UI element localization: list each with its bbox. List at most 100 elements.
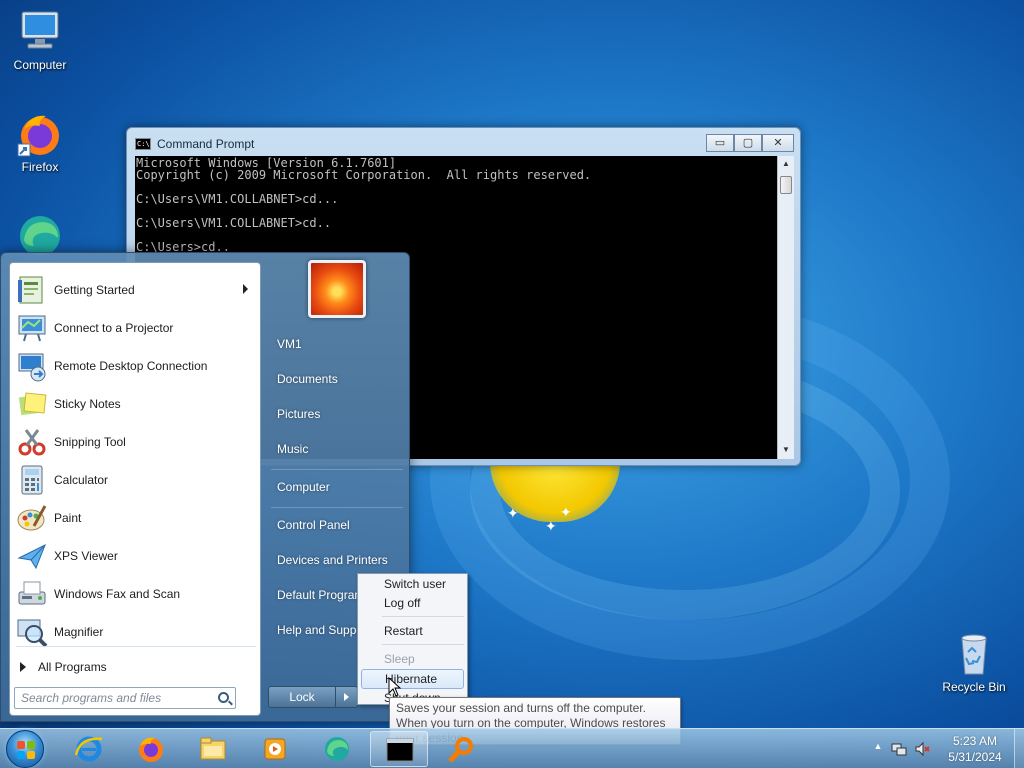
window-title-bar[interactable]: C:\ Command Prompt bbox=[135, 134, 254, 154]
cmd-icon bbox=[385, 736, 415, 764]
network-icon[interactable] bbox=[891, 741, 907, 757]
start-item-snipping-tool[interactable]: Snipping Tool bbox=[14, 424, 258, 460]
remote-desktop-icon bbox=[16, 350, 48, 382]
taskbar-edge[interactable] bbox=[308, 731, 366, 767]
windows-logo-icon bbox=[17, 741, 35, 759]
desktop-icon-recycle-bin[interactable]: Recycle Bin bbox=[936, 630, 1012, 694]
start-right-computer[interactable]: Computer bbox=[277, 480, 330, 494]
start-menu-programs-pane: Getting Started Connect to a Projector R… bbox=[9, 262, 261, 716]
volume-muted-icon[interactable] bbox=[914, 741, 930, 757]
menu-item-sleep: Sleep bbox=[384, 652, 415, 666]
start-item-label: Snipping Tool bbox=[54, 435, 126, 449]
scroll-down-icon[interactable]: ▼ bbox=[782, 445, 790, 454]
menu-item-restart[interactable]: Restart bbox=[361, 621, 464, 641]
start-item-label: Paint bbox=[54, 511, 82, 525]
separator bbox=[382, 644, 464, 645]
start-item-magnifier[interactable]: Magnifier bbox=[14, 614, 258, 650]
fax-scan-icon bbox=[16, 578, 48, 610]
wallpaper-sparkle: ✦ bbox=[560, 504, 572, 520]
search-icon[interactable] bbox=[218, 692, 229, 703]
taskbar-explorer[interactable] bbox=[184, 731, 242, 767]
start-item-label: Remote Desktop Connection bbox=[54, 359, 208, 373]
start-item-paint[interactable]: Paint bbox=[14, 500, 258, 536]
xps-viewer-icon bbox=[16, 540, 48, 572]
window-title: Command Prompt bbox=[157, 137, 255, 151]
show-hidden-icons-icon[interactable]: ▲ bbox=[870, 741, 886, 757]
separator bbox=[16, 646, 256, 647]
taskbar-ie[interactable] bbox=[60, 731, 118, 767]
start-right-devices-printers[interactable]: Devices and Printers bbox=[277, 553, 388, 567]
window-controls: ▭ ▢ ✕ bbox=[706, 134, 794, 152]
start-item-calculator[interactable]: Calculator bbox=[14, 462, 258, 498]
ie-icon bbox=[74, 735, 104, 763]
start-item-fax-scan[interactable]: Windows Fax and Scan bbox=[14, 576, 258, 612]
start-right-label: Pictures bbox=[277, 407, 321, 421]
taskbar-media-player[interactable] bbox=[246, 731, 304, 767]
start-right-music[interactable]: Music bbox=[277, 442, 308, 456]
computer-icon bbox=[16, 8, 64, 56]
lock-button[interactable]: Lock bbox=[268, 686, 336, 708]
start-item-label: Sticky Notes bbox=[54, 397, 121, 411]
separator bbox=[271, 469, 403, 470]
start-button[interactable] bbox=[6, 730, 44, 768]
start-right-label: Music bbox=[277, 442, 309, 456]
taskbar-firefox[interactable] bbox=[122, 731, 180, 767]
start-right-label: VM1 bbox=[277, 337, 302, 351]
desktop-icon-label: Recycle Bin bbox=[942, 680, 1006, 694]
maximize-button[interactable]: ▢ bbox=[734, 134, 762, 152]
taskbar-search-tool[interactable] bbox=[432, 731, 490, 767]
vertical-scrollbar[interactable]: ▲ ▼ bbox=[777, 156, 794, 459]
desktop-icon-computer[interactable]: Computer bbox=[2, 8, 78, 72]
desktop-icon-firefox[interactable]: Firefox bbox=[2, 110, 78, 174]
start-item-projector[interactable]: Connect to a Projector bbox=[14, 310, 258, 346]
scroll-up-icon[interactable]: ▲ bbox=[782, 159, 790, 168]
snipping-tool-icon bbox=[16, 426, 48, 458]
recycle-bin-icon bbox=[950, 630, 998, 678]
start-item-sticky-notes[interactable]: Sticky Notes bbox=[14, 386, 258, 422]
taskbar-command-prompt[interactable] bbox=[370, 731, 428, 767]
search-placeholder: Search programs and files bbox=[21, 691, 162, 705]
start-item-remote-desktop[interactable]: Remote Desktop Connection bbox=[14, 348, 258, 384]
system-clock[interactable]: 5:23 AM 5/31/2024 bbox=[940, 733, 1010, 765]
start-right-label: Computer bbox=[277, 480, 330, 494]
user-avatar[interactable] bbox=[308, 260, 366, 318]
start-item-getting-started[interactable]: Getting Started bbox=[14, 272, 258, 308]
start-right-pictures[interactable]: Pictures bbox=[277, 407, 320, 421]
cmd-icon: C:\ bbox=[135, 138, 151, 150]
start-item-label: Calculator bbox=[54, 473, 109, 487]
media-player-icon bbox=[260, 735, 290, 763]
firefox-icon bbox=[16, 110, 64, 158]
power-options-arrow-button[interactable] bbox=[336, 686, 358, 708]
edge-icon bbox=[322, 735, 352, 763]
console-line: Copyright (c) 2009 Microsoft Corporation… bbox=[136, 168, 592, 182]
start-right-user[interactable]: VM1 bbox=[277, 337, 302, 351]
paint-icon bbox=[16, 502, 48, 534]
start-item-label: Getting Started bbox=[54, 283, 135, 297]
close-button[interactable]: ✕ bbox=[762, 134, 794, 152]
search-tool-icon bbox=[446, 735, 476, 763]
all-programs-button[interactable]: All Programs bbox=[20, 653, 107, 681]
sticky-notes-icon bbox=[16, 388, 48, 420]
show-desktop-button[interactable] bbox=[1014, 729, 1024, 768]
start-item-label: Connect to a Projector bbox=[54, 321, 174, 335]
console-line: C:\Users\VM1.COLLABNET>cd.. bbox=[136, 216, 332, 230]
minimize-button[interactable]: ▭ bbox=[706, 134, 734, 152]
search-input[interactable]: Search programs and files bbox=[14, 687, 236, 709]
firefox-icon bbox=[136, 735, 166, 763]
start-right-control-panel[interactable]: Control Panel bbox=[277, 518, 350, 532]
menu-item-log-off[interactable]: Log off bbox=[361, 593, 464, 613]
lock-label: Lock bbox=[289, 690, 315, 704]
minimize-icon: ▭ bbox=[714, 137, 726, 149]
start-item-label: XPS Viewer bbox=[54, 549, 118, 563]
wallpaper-sparkle: ✦ bbox=[507, 505, 519, 521]
start-item-xps-viewer[interactable]: XPS Viewer bbox=[14, 538, 258, 574]
scroll-thumb[interactable] bbox=[780, 176, 792, 194]
start-right-documents[interactable]: Documents bbox=[277, 372, 338, 386]
console-line: C:\Users\VM1.COLLABNET>cd... bbox=[136, 192, 339, 206]
menu-item-switch-user[interactable]: Switch user bbox=[361, 574, 464, 594]
magnifier-icon bbox=[16, 616, 48, 648]
taskbar: ▲ 5:23 AM 5/31/2024 bbox=[0, 728, 1024, 768]
getting-started-icon bbox=[16, 274, 48, 306]
menu-item-hibernate[interactable]: Hibernate bbox=[361, 669, 464, 689]
